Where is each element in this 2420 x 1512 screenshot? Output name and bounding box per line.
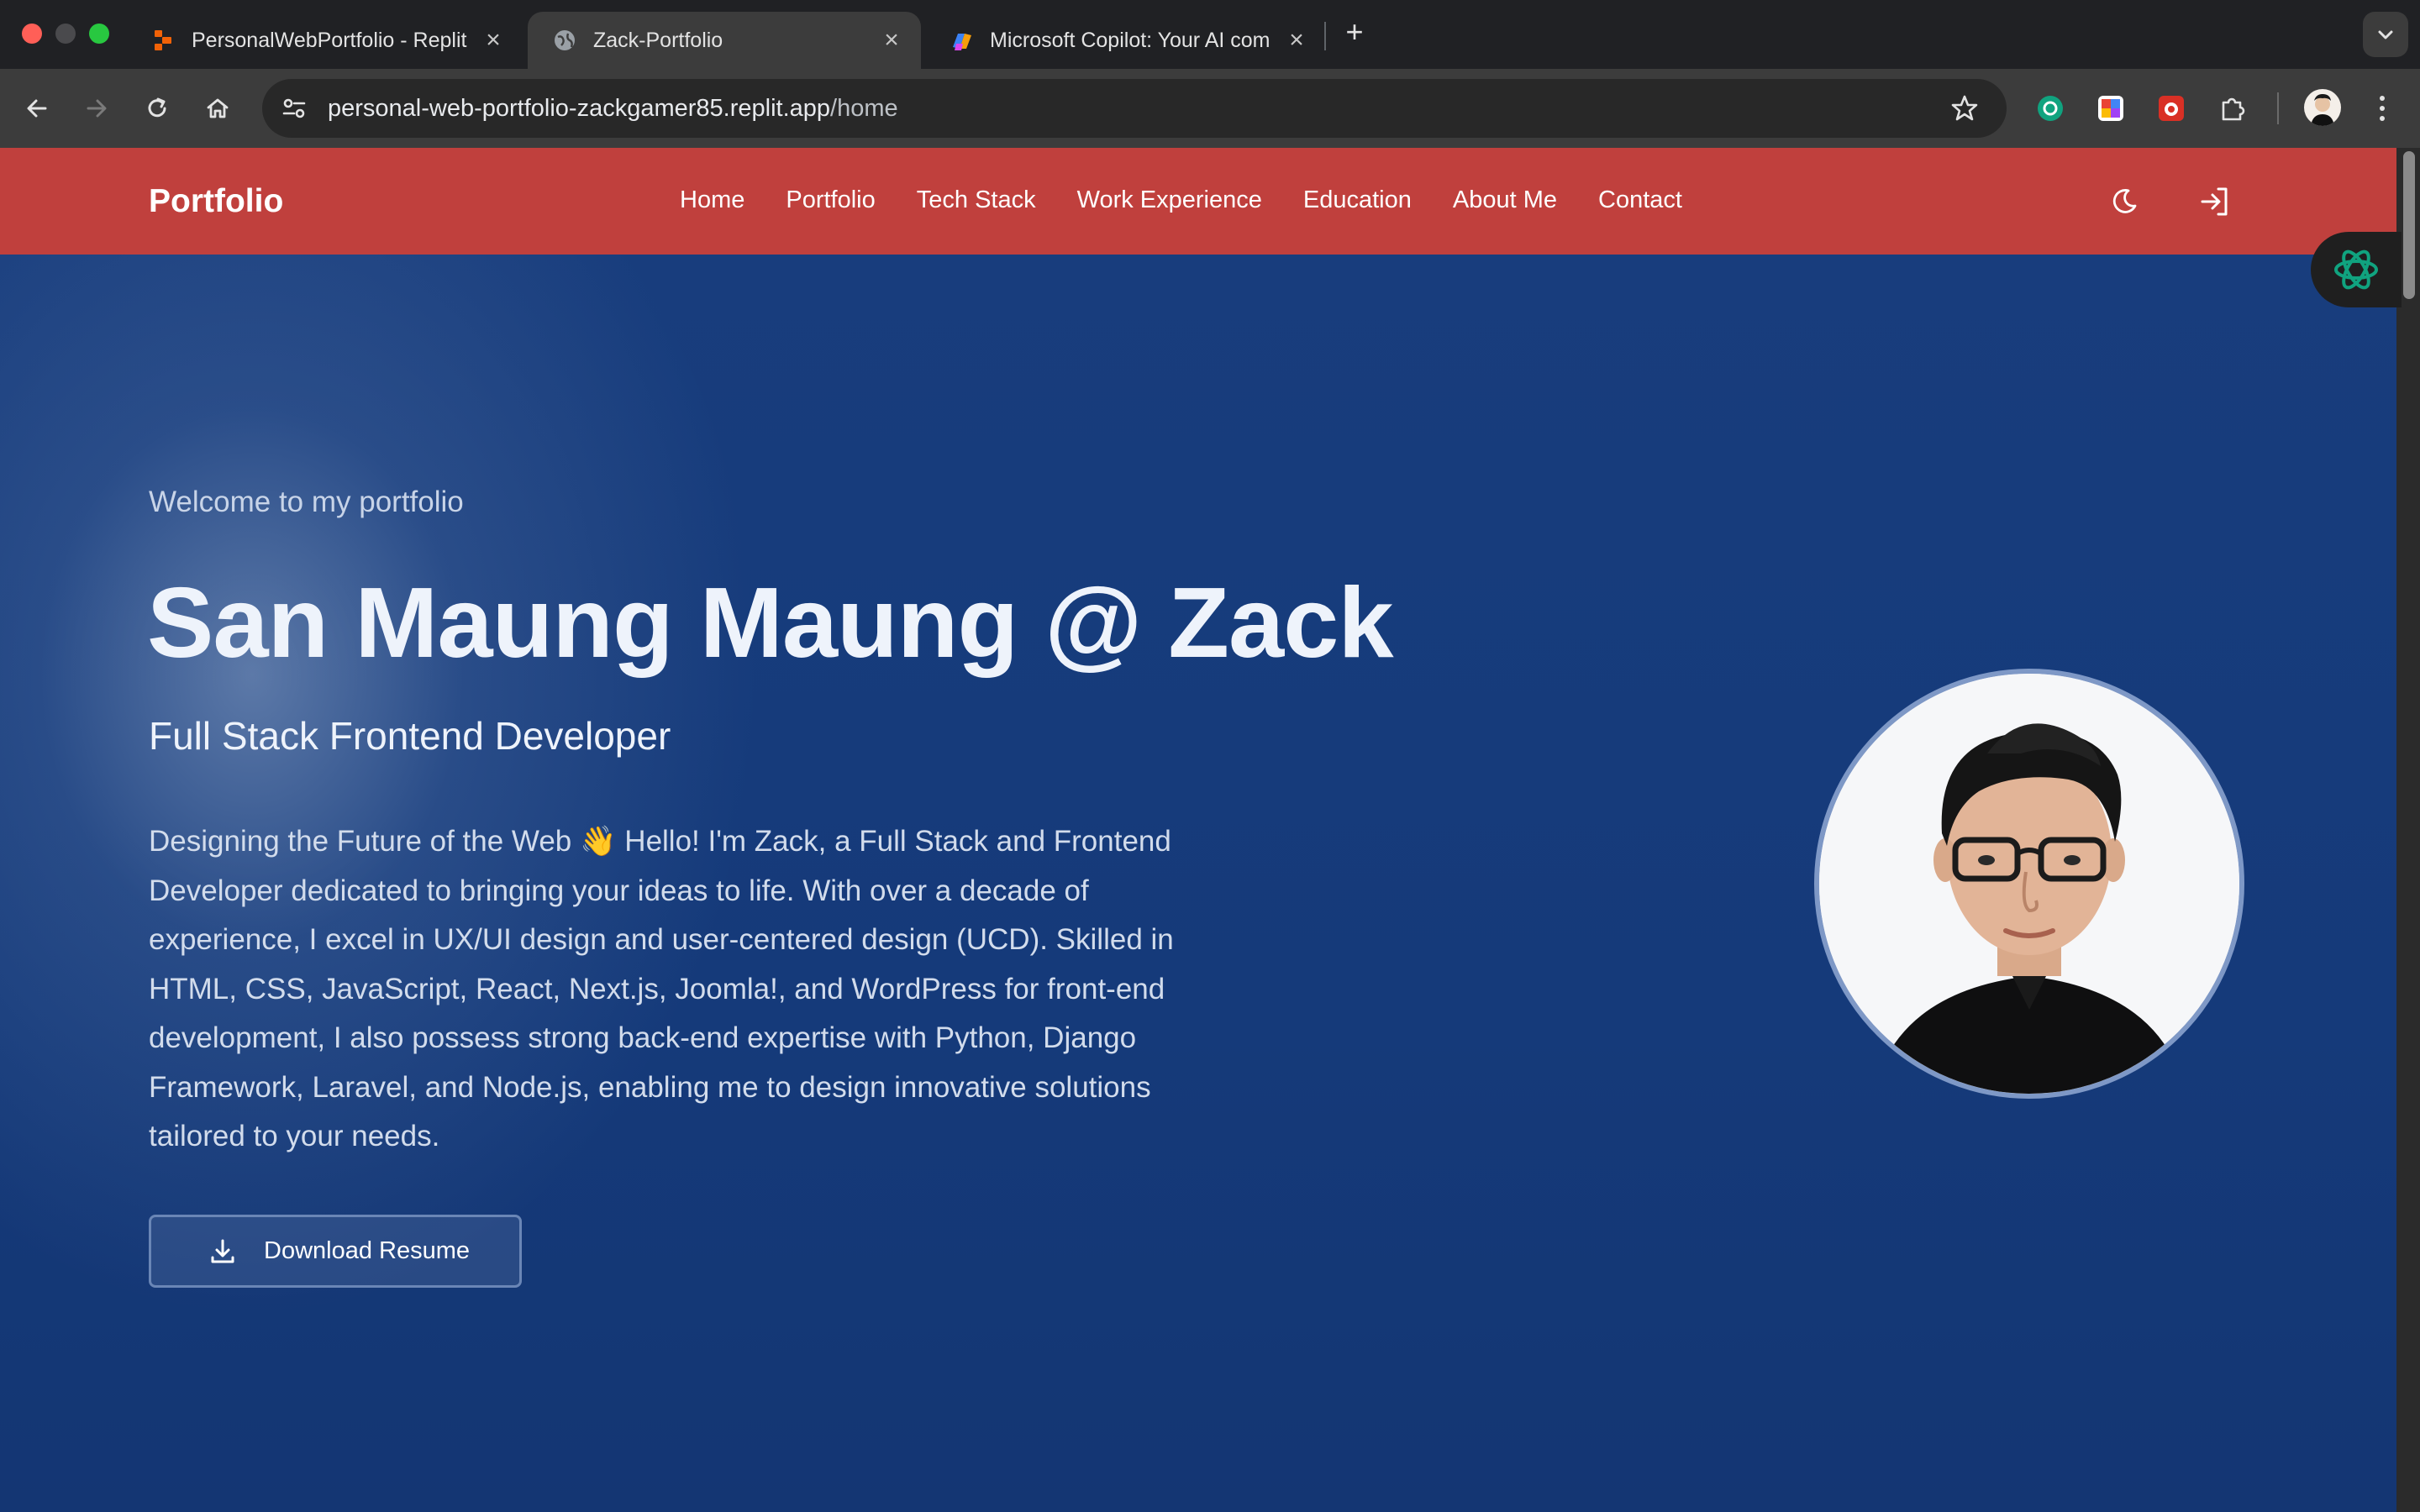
site-nav: Home Portfolio Tech Stack Work Experienc… [680, 186, 1723, 214]
dark-mode-moon-icon[interactable] [2104, 181, 2144, 222]
tab-title: Zack-Portfolio [593, 28, 723, 52]
close-tab-icon[interactable]: × [1282, 26, 1311, 55]
forward-arrow-icon[interactable] [76, 87, 118, 129]
page-viewport: Portfolio Home Portfolio Tech Stack Work… [0, 148, 2420, 1512]
nav-link-education[interactable]: Education [1303, 186, 1412, 214]
profile-avatar[interactable] [2304, 89, 2341, 126]
browser-tab-zack-portfolio[interactable]: Zack-Portfolio × [528, 12, 921, 69]
address-bar[interactable]: personal-web-portfolio-zackgamer85.repli… [262, 79, 2007, 138]
new-tab-icon[interactable]: + [1338, 14, 1371, 49]
window-close-button[interactable] [22, 24, 42, 44]
hero-name: San Maung Maung @ Zack [147, 567, 1394, 679]
window-zoom-button[interactable] [89, 24, 109, 44]
tab-separator [1324, 22, 1326, 50]
download-icon [208, 1237, 237, 1266]
chatgpt-extension-icon[interactable] [2033, 92, 2067, 125]
tab-search-chevron-icon[interactable] [2363, 12, 2408, 57]
openai-knot-icon [2334, 249, 2378, 290]
window-minimize-button[interactable] [55, 24, 76, 44]
hero-role: Full Stack Frontend Developer [149, 714, 671, 758]
url-host: personal-web-portfolio-zackgamer85.repli… [328, 94, 831, 122]
site-brand[interactable]: Portfolio [149, 183, 283, 220]
nav-link-tech-stack[interactable]: Tech Stack [917, 186, 1036, 214]
red-extension-icon[interactable] [2154, 92, 2188, 125]
hero-section: Welcome to my portfolio San Maung Maung … [0, 255, 2396, 1512]
extensions-puzzle-icon[interactable] [2216, 92, 2249, 125]
browser-tab-replit[interactable]: PersonalWebPortfolio - Replit × [126, 12, 523, 69]
login-icon[interactable] [2195, 181, 2235, 222]
hero-description: Designing the Future of the Web 👋 Hello!… [149, 825, 1174, 1152]
nav-link-work-experience[interactable]: Work Experience [1077, 186, 1262, 214]
replit-icon [151, 29, 175, 52]
browser-tab-strip: PersonalWebPortfolio - Replit × Zack-Por… [0, 0, 2420, 69]
profile-photo [1814, 669, 2244, 1099]
globe-icon [553, 29, 576, 52]
url-path: /home [830, 94, 898, 122]
browser-menu-icon[interactable] [2368, 91, 2396, 126]
site-header: Portfolio Home Portfolio Tech Stack Work… [0, 148, 2396, 255]
nav-link-portfolio[interactable]: Portfolio [786, 186, 875, 214]
nav-link-contact[interactable]: Contact [1598, 186, 1682, 214]
bookmark-star-icon[interactable] [1949, 93, 1980, 123]
url-text: personal-web-portfolio-zackgamer85.repli… [328, 95, 898, 123]
nav-link-about-me[interactable]: About Me [1453, 186, 1557, 214]
reload-icon[interactable] [136, 87, 178, 129]
site-settings-icon[interactable] [279, 93, 309, 123]
close-tab-icon[interactable]: × [877, 26, 906, 55]
tab-title: PersonalWebPortfolio - Replit [192, 28, 467, 52]
toolbar-divider [2277, 92, 2279, 124]
page-scrollbar[interactable] [2396, 148, 2420, 1512]
download-resume-label: Download Resume [264, 1237, 471, 1264]
tab-title: Microsoft Copilot: Your AI com [990, 28, 1270, 52]
browser-toolbar: personal-web-portfolio-zackgamer85.repli… [0, 69, 2420, 148]
copilot-icon [950, 29, 973, 52]
browser-tab-copilot[interactable]: Microsoft Copilot: Your AI com × [924, 12, 1326, 69]
home-icon[interactable] [197, 87, 239, 129]
hero-eyebrow: Welcome to my portfolio [149, 486, 464, 518]
close-tab-icon[interactable]: × [479, 26, 508, 55]
chatgpt-floating-button[interactable] [2311, 232, 2402, 307]
back-arrow-icon[interactable] [16, 87, 58, 129]
nav-link-home[interactable]: Home [680, 186, 744, 214]
download-resume-button[interactable]: Download Resume [149, 1215, 522, 1288]
colorful-extension-icon[interactable] [2094, 92, 2128, 125]
scrollbar-thumb[interactable] [2403, 151, 2415, 299]
